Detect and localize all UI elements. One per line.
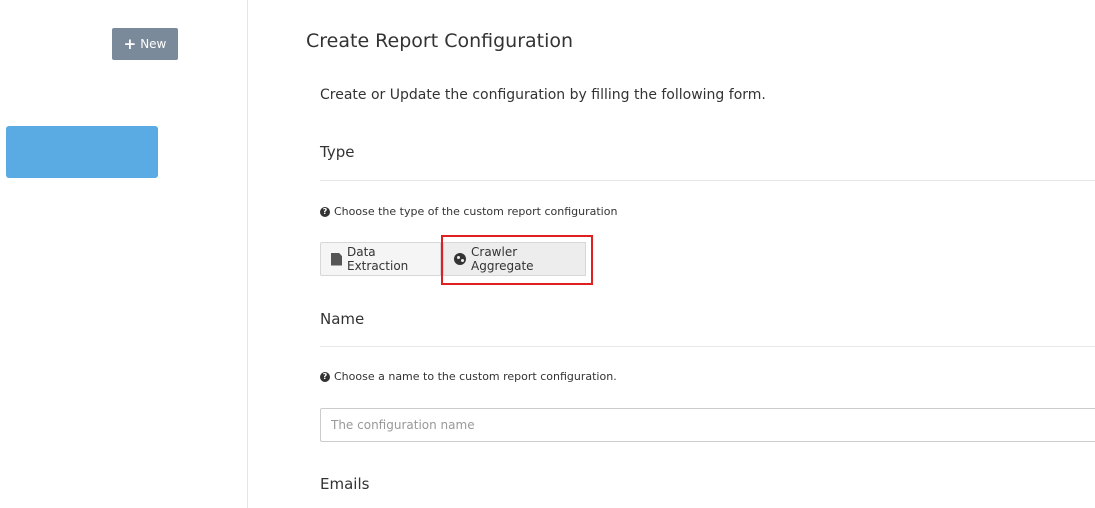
plus-icon: +	[123, 34, 137, 53]
data-extraction-button[interactable]: Data Extraction	[320, 242, 441, 276]
crawler-aggregate-label: Crawler Aggregate	[471, 245, 534, 273]
question-circle-icon: ?	[320, 371, 330, 382]
globe-icon	[454, 253, 466, 265]
data-extraction-label: Data Extraction	[347, 245, 409, 273]
emails-section-title: Emails	[320, 475, 370, 493]
new-button[interactable]: + New	[112, 28, 178, 60]
main-content: Create Report Configuration Create or Up…	[306, 0, 1095, 508]
configuration-name-input[interactable]	[320, 408, 1095, 442]
name-help: ? Choose a name to the custom report con…	[320, 370, 617, 383]
file-icon	[331, 252, 342, 266]
form-description: Create or Update the configuration by fi…	[320, 87, 766, 103]
name-help-text: Choose a name to the custom report confi…	[334, 370, 617, 383]
name-divider	[320, 346, 1095, 347]
sidebar: + New	[0, 0, 248, 508]
page-title: Create Report Configuration	[306, 30, 574, 52]
type-divider	[320, 180, 1095, 181]
type-help: ? Choose the type of the custom report c…	[320, 205, 617, 218]
question-circle-icon: ?	[320, 206, 330, 217]
sidebar-item-active[interactable]	[6, 126, 158, 178]
new-button-label: New	[140, 37, 167, 51]
crawler-aggregate-button[interactable]: Crawler Aggregate	[443, 242, 586, 276]
type-section-title: Type	[320, 143, 355, 161]
type-help-text: Choose the type of the custom report con…	[334, 205, 618, 218]
name-section-title: Name	[320, 310, 365, 328]
